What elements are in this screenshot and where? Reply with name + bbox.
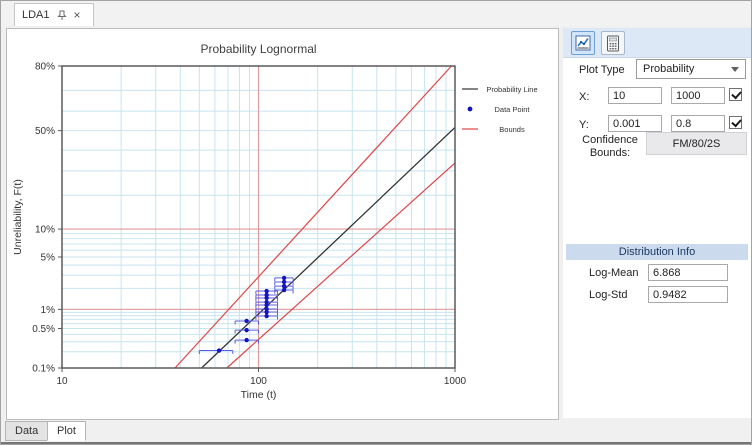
confidence-bounds-button[interactable]: FM/80/2S <box>646 132 747 155</box>
svg-text:100: 100 <box>250 376 267 387</box>
y-axis-checkbox[interactable] <box>729 116 742 129</box>
x-axis-checkbox[interactable] <box>729 88 742 101</box>
svg-text:0.1%: 0.1% <box>32 364 55 375</box>
tab-lda1-label: LDA1 <box>22 9 50 21</box>
tab-data[interactable]: Data <box>5 421 49 441</box>
plot-card: 80% 50% 10% 5% 1% 0.5% 0.1% 10 100 1000 Probabilit… <box>6 28 559 420</box>
svg-text:Bounds: Bounds <box>499 125 525 134</box>
svg-text:10: 10 <box>56 376 68 387</box>
plot-view-button[interactable] <box>571 31 595 55</box>
svg-text:0.5%: 0.5% <box>32 324 55 335</box>
svg-text:50%: 50% <box>35 126 55 137</box>
log-std-label: Log-Std <box>589 289 628 301</box>
tab-data-label: Data <box>15 425 39 437</box>
distribution-info-header: Distribution Info <box>566 244 748 260</box>
svg-text:5%: 5% <box>41 252 56 263</box>
tab-plot-label: Plot <box>57 425 76 437</box>
quick-calc-button[interactable] <box>601 31 625 55</box>
y-axis-label: Y: <box>579 119 589 131</box>
confidence-bounds-value: FM/80/2S <box>672 137 721 150</box>
tab-lda1[interactable]: LDA1 × <box>14 3 94 26</box>
svg-text:Probability Line: Probability Line <box>486 85 537 94</box>
pin-icon[interactable] <box>56 10 67 21</box>
x-max-input[interactable] <box>671 87 725 104</box>
svg-text:Time (t): Time (t) <box>241 389 277 401</box>
close-icon[interactable]: × <box>74 9 81 21</box>
svg-text:10%: 10% <box>35 225 55 236</box>
log-mean-label: Log-Mean <box>589 267 639 279</box>
calculator-icon <box>606 35 620 52</box>
plot-type-select[interactable]: Probability <box>636 59 746 79</box>
tab-plot[interactable]: Plot <box>47 421 86 441</box>
sheet-tab-bar: Data Plot <box>1 420 751 442</box>
plot-settings-panel: Plot Type Probability X: Y: Confidence B… <box>563 28 751 418</box>
log-std-input[interactable] <box>648 286 728 303</box>
svg-text:80%: 80% <box>35 62 55 73</box>
log-mean-input[interactable] <box>648 264 728 281</box>
confidence-bounds-label: Confidence Bounds: <box>582 134 638 159</box>
panel-toolbar <box>563 28 751 58</box>
chart-icon <box>575 35 591 51</box>
svg-text:Unreliability, F(t): Unreliability, F(t) <box>12 179 24 255</box>
svg-text:1%: 1% <box>41 305 56 316</box>
y-min-input[interactable] <box>608 115 662 132</box>
application-window: LDA1 × 80% 50% 10% 5% 1% 0.5% 0.1% 10 100 1000 Pro… <box>0 0 752 445</box>
y-max-input[interactable] <box>671 115 725 132</box>
plot-type-label: Plot Type <box>579 64 625 76</box>
plot-type-value: Probability <box>643 63 695 75</box>
document-tab-bar: LDA1 × <box>1 1 751 26</box>
probability-plot: 80% 50% 10% 5% 1% 0.5% 0.1%10 100 1000 Probabilit… <box>12 42 538 401</box>
x-min-input[interactable] <box>608 87 662 104</box>
svg-text:1000: 1000 <box>444 376 467 387</box>
svg-text:Data Point: Data Point <box>494 105 530 114</box>
chevron-down-icon <box>731 66 739 72</box>
svg-text:Probability Lognormal: Probability Lognormal <box>200 42 316 56</box>
x-axis-label: X: <box>579 91 590 103</box>
